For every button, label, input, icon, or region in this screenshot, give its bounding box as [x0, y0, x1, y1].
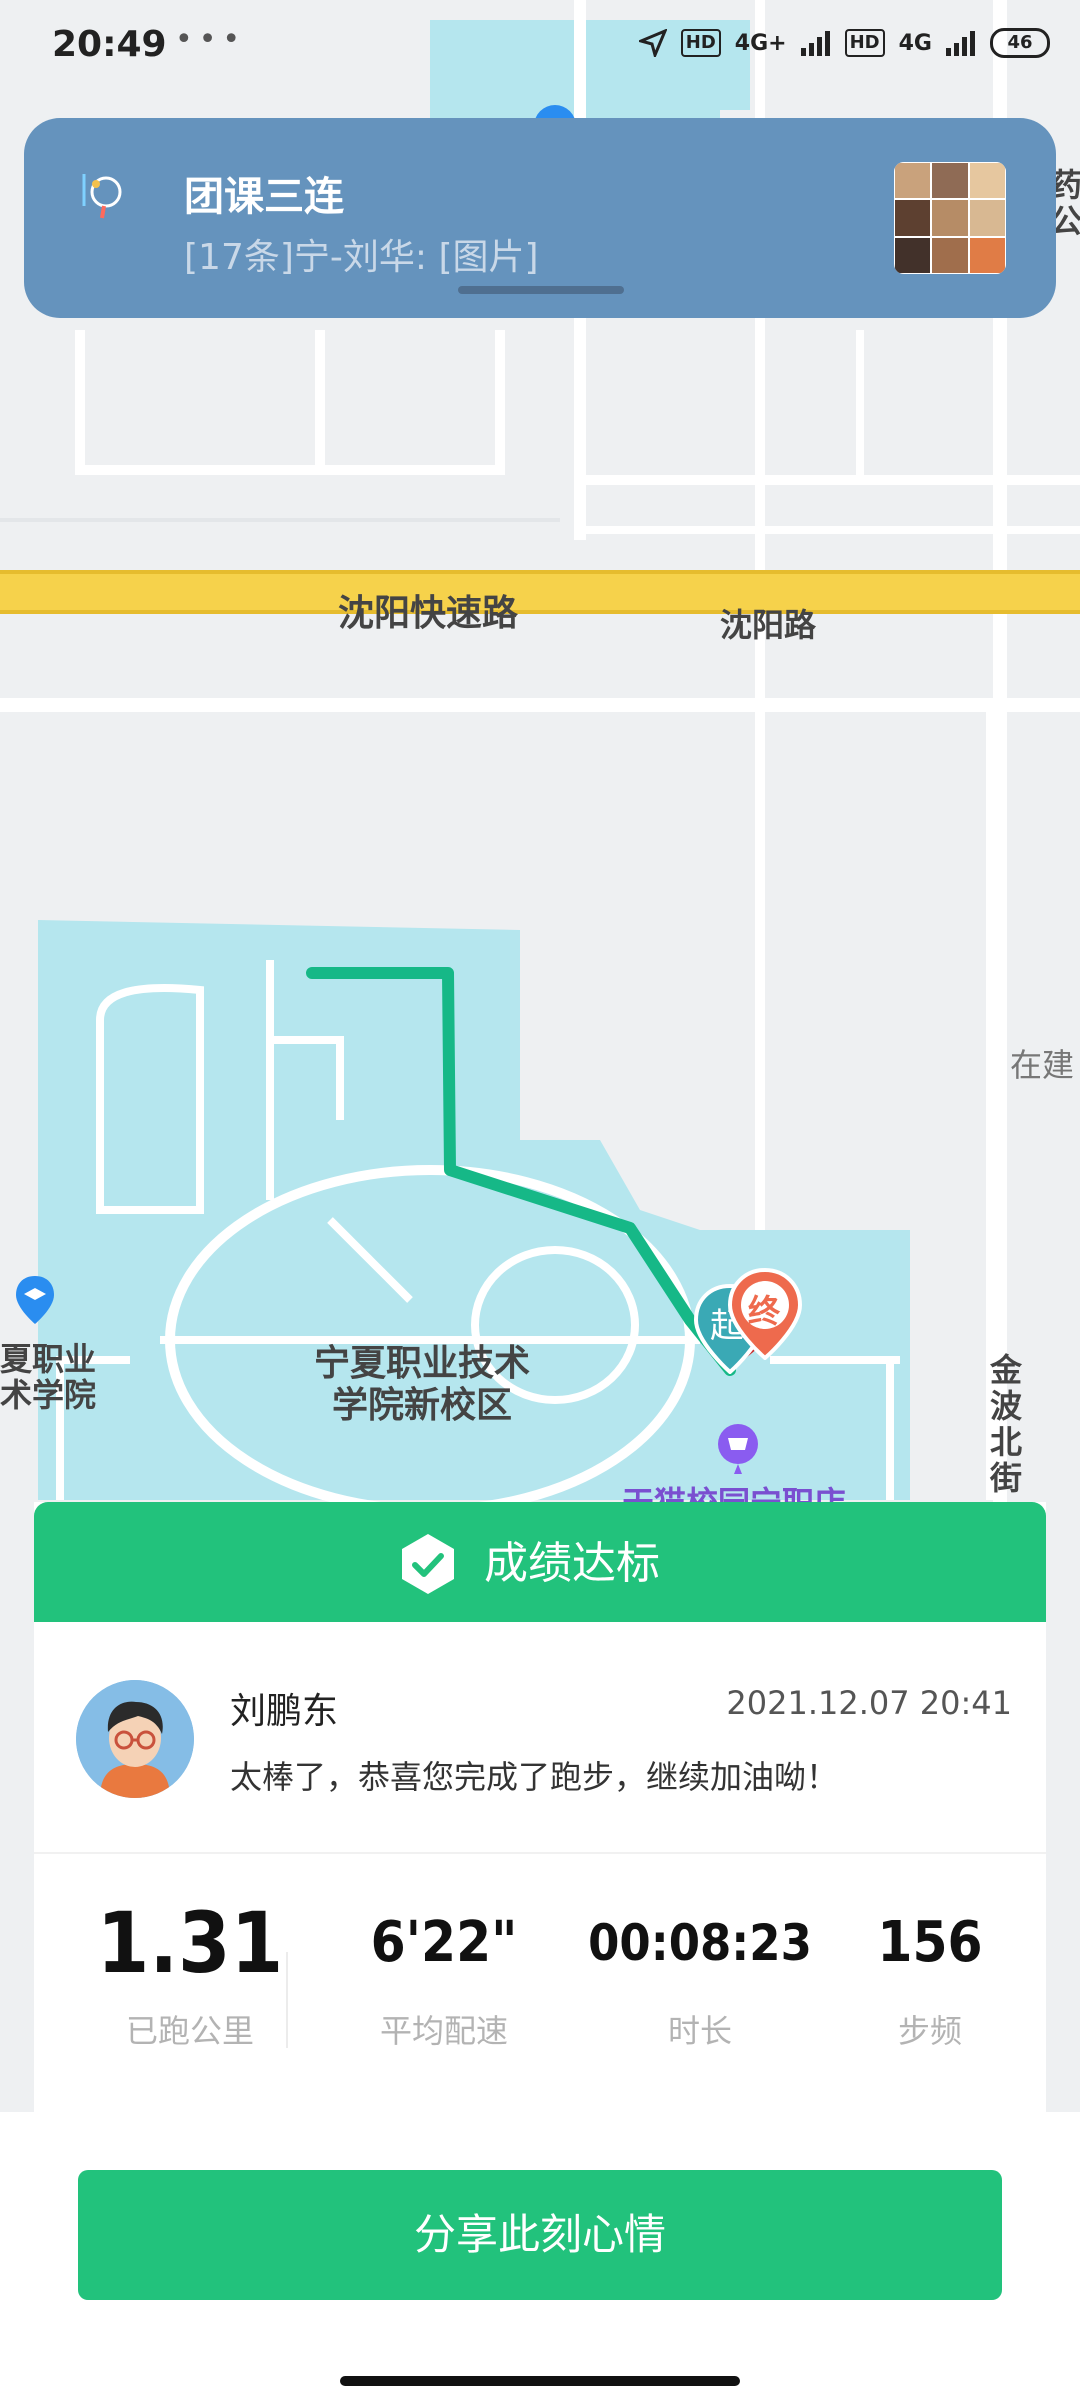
signal-icon-1	[800, 31, 830, 56]
result-card: 成绩达标 刘鹏东 2021.12.07 20:41 太棒了，恭喜您完成了跑步，继…	[34, 1502, 1046, 2112]
notification-banner[interactable]: 团课三连 [17条]宁-刘华: [图片]	[24, 118, 1056, 318]
stat-duration-value: 00:08:23	[588, 1914, 812, 1972]
end-marker-icon: 终	[727, 1267, 803, 1361]
avatar[interactable]	[76, 1680, 194, 1798]
thumb-cell	[931, 236, 969, 274]
stat-cadence-label: 步频	[897, 2012, 962, 2050]
network-label-1: 4G+	[734, 30, 787, 56]
thumb-cell	[894, 199, 932, 237]
shop-pin-icon[interactable]	[716, 1424, 760, 1474]
thumb-cell	[968, 236, 1006, 274]
stat-duration: 00:08:23 时长	[560, 1898, 840, 2052]
status-more-icon: •••	[175, 22, 247, 57]
stat-pace: 6'22" 平均配速	[334, 1898, 554, 2052]
network-label-2: 4G	[898, 30, 932, 56]
check-badge-icon	[402, 1534, 454, 1594]
result-status-text: 成绩达标	[484, 1538, 660, 1589]
chat-app-icon	[82, 174, 122, 219]
thumb-cell	[968, 162, 1006, 200]
group-avatar-thumbnail	[894, 162, 1006, 274]
run-datetime: 2021.12.07 20:41	[726, 1684, 1012, 1722]
battery-icon: 46	[990, 28, 1050, 58]
stat-cadence-value: 156	[877, 1910, 983, 1975]
stat-cadence: 156 步频	[840, 1898, 1020, 2052]
status-icons: HD 4G+ HD 4G 46	[638, 28, 1050, 58]
school-pin-icon[interactable]	[14, 1274, 56, 1326]
notification-title: 团课三连	[184, 174, 344, 220]
divider	[34, 1852, 1046, 1854]
stat-distance-label: 已跑公里	[125, 2012, 254, 2050]
thumb-cell	[968, 199, 1006, 237]
map-label-under-construction: 在建	[1010, 1046, 1075, 1084]
stat-pace-label: 平均配速	[379, 2012, 508, 2050]
status-bar: 20:49 ••• HD 4G+ HD 4G 46	[0, 0, 1080, 96]
result-header: 成绩达标	[34, 1502, 1046, 1622]
user-name: 刘鹏东	[230, 1691, 339, 1732]
stat-distance: 1.31 已跑公里	[80, 1898, 300, 2052]
end-marker-label: 终	[748, 1292, 781, 1330]
thumb-cell	[894, 236, 932, 274]
map-label-expressway: 沈阳快速路	[338, 593, 519, 634]
notification-text: [17条]宁-刘华: [图片]	[184, 237, 539, 278]
share-mood-button[interactable]: 分享此刻心情	[78, 2170, 1002, 2300]
thumb-cell	[894, 162, 932, 200]
hd-badge-2: HD	[844, 29, 885, 57]
notification-drag-handle[interactable]	[458, 286, 624, 294]
signal-icon-2	[946, 31, 975, 56]
status-time: 20:49	[52, 24, 167, 65]
hd-badge-1: HD	[680, 29, 721, 57]
thumb-cell	[931, 199, 969, 237]
stat-divider	[286, 1952, 288, 2048]
stat-duration-label: 时长	[667, 2012, 732, 2050]
home-indicator[interactable]	[340, 2376, 740, 2386]
map-label-campus-2: 学院新校区	[332, 1385, 513, 1426]
thumb-cell	[931, 162, 969, 200]
stat-pace-value: 6'22"	[370, 1910, 518, 1975]
location-icon	[638, 29, 667, 57]
stat-distance-value: 1.31	[96, 1894, 284, 1992]
map-label-road: 沈阳路	[720, 606, 817, 644]
map-label-street: 金波北街	[990, 1351, 1023, 1497]
map-label-shop: 天猫校园宁职店	[622, 1478, 846, 1502]
congrats-message: 太棒了，恭喜您完成了跑步，继续加油呦！	[230, 1758, 839, 1796]
map-label-school-left-2: 术学院	[0, 1376, 97, 1414]
